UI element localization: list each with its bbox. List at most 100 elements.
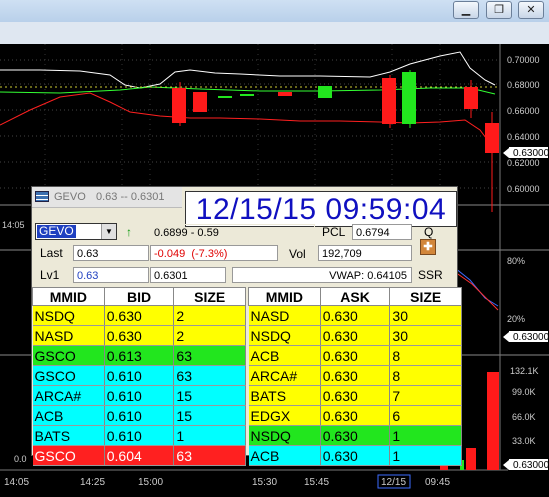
alert-icon[interactable]: ✚	[420, 239, 436, 255]
bid-header-size[interactable]: SIZE	[173, 287, 246, 306]
ask-row[interactable]: NASD 0.630 30	[248, 305, 462, 326]
ask-header-price[interactable]: ASK	[319, 287, 391, 306]
title-range: 0.63 -- 0.6301	[96, 191, 165, 203]
volume-value: 192,709	[318, 245, 412, 261]
bid-size: 63	[173, 345, 246, 366]
ask-row[interactable]: BATS 0.630 7	[248, 385, 462, 406]
bid-table: MMID BID SIZE NSDQ 0.630 2 NASD 0.630 2 GSCO 0.…	[32, 287, 246, 466]
indicator-axis-label: 80%	[507, 256, 525, 266]
ask-price: 0.630	[320, 365, 391, 386]
time-label-date: 12/15	[381, 477, 406, 488]
timestamp-display: 12/15/15 09:59:04	[185, 191, 457, 227]
change-field: -0.049 (-7.3%)	[150, 245, 278, 261]
bid-price: 0.604	[104, 445, 175, 466]
close-button[interactable]: ✕	[518, 1, 544, 19]
stub-label: 14:05	[2, 220, 25, 230]
bid-size: 15	[173, 385, 246, 406]
bid-row[interactable]: ARCA# 0.610 15	[32, 385, 246, 406]
lv1-bid: 0.63	[73, 267, 149, 283]
ask-header-size[interactable]: SIZE	[389, 287, 462, 306]
bid-size: 63	[173, 365, 246, 386]
chevron-down-icon[interactable]: ▼	[101, 224, 116, 239]
time-label: 15:30	[252, 477, 277, 488]
bid-mmid: GSCO	[32, 445, 105, 466]
bid-row[interactable]: GSCO 0.610 63	[32, 365, 246, 386]
time-label: 14:05	[4, 477, 29, 488]
bid-row[interactable]: BATS 0.610 1	[32, 425, 246, 446]
vwap-value: VWAP: 0.64105	[232, 267, 412, 283]
symbol-value: GEVO	[37, 224, 76, 238]
bid-price: 0.610	[104, 425, 175, 446]
ask-size: 6	[389, 405, 462, 426]
bid-size: 63	[173, 445, 246, 466]
ask-price: 0.630	[320, 385, 391, 406]
ask-mmid: ACB	[248, 345, 321, 366]
ask-row[interactable]: ACB 0.630 8	[248, 345, 462, 366]
stub-label: 0.0	[14, 454, 27, 464]
ask-row[interactable]: NSDQ 0.630 30	[248, 325, 462, 346]
ask-row[interactable]: ACB 0.630 1	[248, 445, 462, 466]
ask-price: 0.630	[320, 445, 391, 466]
bid-header-mmid[interactable]: MMID	[32, 287, 105, 306]
ask-size: 30	[389, 305, 462, 326]
bid-size: 15	[173, 405, 246, 426]
bid-row[interactable]: NASD 0.630 2	[32, 325, 246, 346]
ask-mmid: NSDQ	[248, 325, 321, 346]
price-axis-label: 0.70000	[507, 55, 540, 65]
bid-mmid: GSCO	[32, 365, 105, 386]
ask-mmid: NSDQ	[248, 425, 321, 446]
ask-price: 0.630	[320, 325, 391, 346]
change-value: -0.049	[154, 248, 186, 260]
ask-price: 0.630	[320, 405, 391, 426]
bid-row[interactable]: GSCO 0.604 63	[32, 445, 246, 466]
lv1-label: Lv1	[40, 268, 60, 282]
bid-row[interactable]: GSCO 0.613 63	[32, 345, 246, 366]
level2-titlebar[interactable]: GEVO 0.63 -- 0.6301	[32, 187, 182, 208]
last-label: Last	[40, 246, 63, 260]
time-label: 15:45	[304, 477, 329, 488]
ask-size: 7	[389, 385, 462, 406]
bid-price: 0.610	[104, 405, 175, 426]
time-label: 09:45	[425, 477, 450, 488]
ask-size: 8	[389, 345, 462, 366]
ask-row[interactable]: ARCA# 0.630 8	[248, 365, 462, 386]
symbol-dropdown[interactable]: GEVO ▼	[35, 223, 117, 240]
bid-mmid: GSCO	[32, 345, 105, 366]
bid-mmid: ARCA#	[32, 385, 105, 406]
volume-axis-label: 132.1K	[510, 366, 539, 376]
ssr-label: SSR	[418, 268, 443, 282]
bid-row[interactable]: ACB 0.610 15	[32, 405, 246, 426]
volume-label: Vol	[289, 247, 306, 261]
bid-size: 2	[173, 305, 246, 326]
ask-mmid: ARCA#	[248, 365, 321, 386]
price-axis-label: 0.68000	[507, 80, 540, 90]
minimize-button[interactable]: ▁	[453, 1, 479, 19]
ask-price: 0.630	[320, 305, 391, 326]
last-value: 0.63	[73, 245, 149, 261]
title-symbol: GEVO	[54, 191, 86, 203]
time-label: 15:00	[138, 477, 163, 488]
ask-mmid: ACB	[248, 445, 321, 466]
price-axis-label: 0.66000	[507, 106, 540, 116]
bid-mmid: NASD	[32, 325, 105, 346]
q-label: Q	[424, 225, 434, 239]
ask-mmid: EDGX	[248, 405, 321, 426]
lv1-ask: 0.6301	[150, 267, 226, 283]
bid-header-price[interactable]: BID	[103, 287, 175, 306]
restore-button[interactable]: ❐	[486, 1, 512, 19]
bid-size: 1	[173, 425, 246, 446]
up-arrow-icon: ↑	[126, 225, 132, 239]
ask-size: 8	[389, 365, 462, 386]
ask-price: 0.630	[320, 345, 391, 366]
bid-mmid: NSDQ	[32, 305, 105, 326]
table-icon	[35, 191, 49, 202]
bid-row[interactable]: NSDQ 0.630 2	[32, 305, 246, 326]
bid-price: 0.630	[104, 325, 175, 346]
price-tag: 0.63000	[503, 458, 549, 471]
bid-price: 0.630	[104, 305, 175, 326]
ask-row[interactable]: EDGX 0.630 6	[248, 405, 462, 426]
bid-size: 2	[173, 325, 246, 346]
ask-header-mmid[interactable]: MMID	[248, 287, 321, 306]
ask-mmid: NASD	[248, 305, 321, 326]
ask-row[interactable]: NSDQ 0.630 1	[248, 425, 462, 446]
